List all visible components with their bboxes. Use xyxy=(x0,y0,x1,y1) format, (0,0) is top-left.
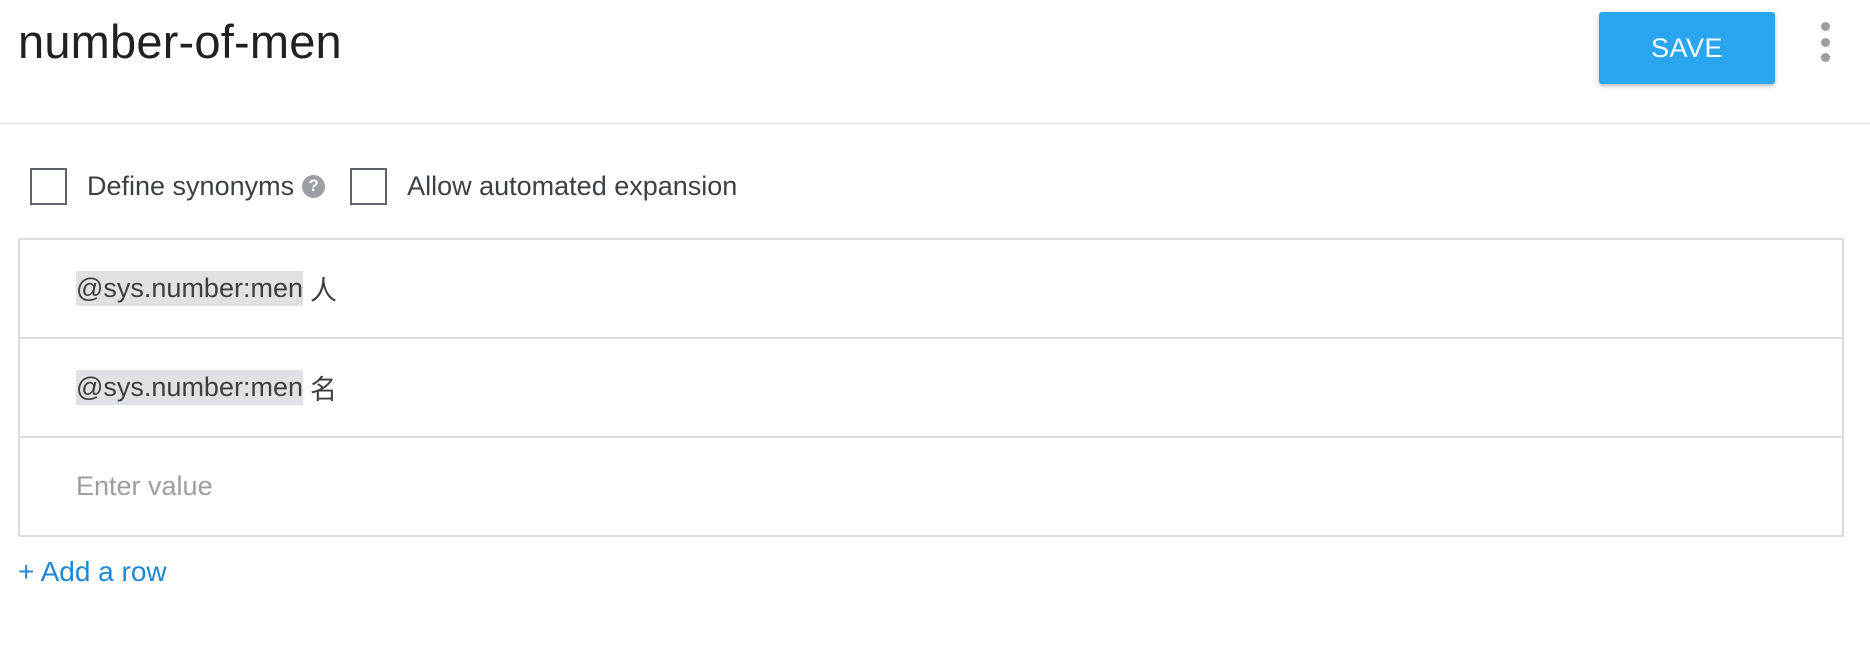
entity-row-suffix: 人 xyxy=(309,276,337,306)
help-icon[interactable]: ? xyxy=(302,174,326,198)
page-header: number-of-men SAVE xyxy=(0,0,1870,124)
kebab-dot xyxy=(1820,22,1830,31)
define-synonyms-label: Define synonyms xyxy=(87,170,295,201)
entity-parameter-chip[interactable]: @sys.number:men xyxy=(76,370,303,405)
enter-value-placeholder: Enter value xyxy=(76,471,213,501)
allow-expansion-checkbox[interactable] xyxy=(350,167,388,205)
add-row-link[interactable]: + Add a row xyxy=(18,556,167,588)
enter-value-input[interactable]: Enter value xyxy=(20,438,1842,535)
entity-row[interactable]: @sys.number:men 名 xyxy=(20,339,1842,438)
kebab-dot xyxy=(1820,53,1830,62)
save-button[interactable]: SAVE xyxy=(1599,12,1775,84)
page-title: number-of-men xyxy=(18,15,342,68)
allow-expansion-label: Allow automated expansion xyxy=(407,170,738,201)
entity-parameter-chip[interactable]: @sys.number:men xyxy=(76,271,303,306)
entity-row[interactable]: @sys.number:men 人 xyxy=(20,240,1842,339)
kebab-dot xyxy=(1820,37,1830,47)
entity-rows-table: @sys.number:men 人 @sys.number:men 名 Ente… xyxy=(18,238,1844,537)
more-options-icon[interactable] xyxy=(1812,22,1838,62)
entity-options: Define synonyms ? Allow automated expans… xyxy=(30,166,737,206)
entity-row-suffix: 名 xyxy=(309,375,337,405)
define-synonyms-checkbox[interactable] xyxy=(30,167,67,205)
